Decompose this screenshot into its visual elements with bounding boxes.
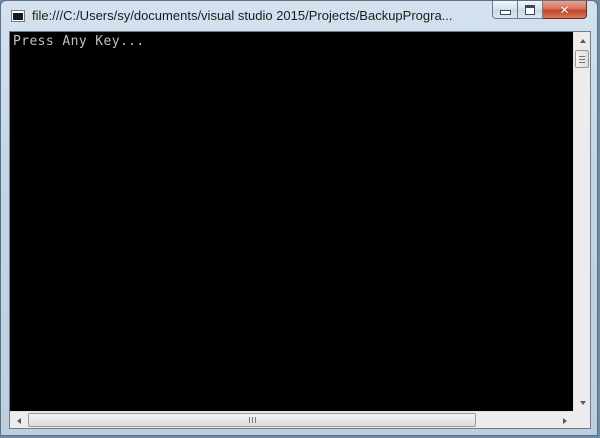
scrollbar-corner bbox=[573, 411, 590, 428]
vertical-scroll-thumb[interactable] bbox=[575, 50, 589, 68]
maximize-icon bbox=[525, 4, 535, 15]
horizontal-scroll-thumb[interactable] bbox=[28, 413, 476, 427]
arrow-right-icon bbox=[562, 417, 567, 424]
horizontal-scrollbar[interactable] bbox=[10, 411, 573, 428]
arrow-down-icon bbox=[579, 400, 586, 405]
scroll-left-button[interactable] bbox=[10, 412, 27, 429]
vertical-scrollbar[interactable] bbox=[573, 32, 590, 411]
window-title: file:///C:/Users/sy/documents/visual stu… bbox=[32, 8, 453, 23]
minimize-icon bbox=[499, 10, 511, 15]
title-bar[interactable]: file:///C:/Users/sy/documents/visual stu… bbox=[1, 1, 597, 31]
maximize-button[interactable] bbox=[518, 1, 543, 19]
console-window: file:///C:/Users/sy/documents/visual stu… bbox=[0, 0, 598, 436]
arrow-left-icon bbox=[16, 417, 21, 424]
minimize-button[interactable] bbox=[492, 1, 518, 19]
console-output-area[interactable]: Press Any Key... bbox=[10, 32, 565, 411]
scroll-up-button[interactable] bbox=[574, 32, 591, 49]
close-button[interactable]: ✕ bbox=[543, 1, 587, 19]
arrow-up-icon bbox=[579, 38, 586, 43]
console-app-icon[interactable] bbox=[11, 10, 25, 22]
scroll-right-button[interactable] bbox=[556, 412, 573, 429]
console-pane: Press Any Key... bbox=[9, 31, 591, 429]
console-output-text: Press Any Key... bbox=[13, 34, 145, 49]
close-icon: ✕ bbox=[559, 2, 570, 17]
scroll-down-button[interactable] bbox=[574, 394, 591, 411]
caption-buttons: ✕ bbox=[492, 1, 587, 20]
